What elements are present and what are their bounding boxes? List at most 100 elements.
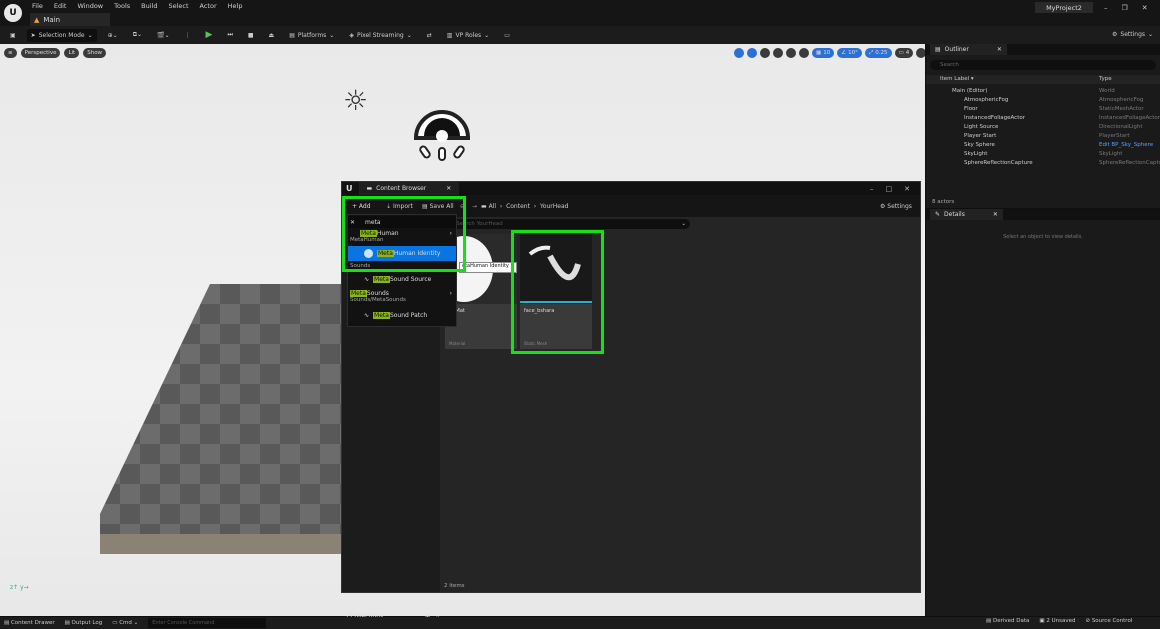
chevron-down-icon[interactable]: ⌄ [681,221,686,227]
outliner-row[interactable]: Sky Sphere Edit BP_Sky_Sphere [926,140,1160,149]
scale-snap-button[interactable]: ⤢ 0.25 [864,48,892,58]
skip-icon[interactable]: ⏭ [223,29,236,42]
tab-details[interactable]: ✎ Details ✕ [930,209,1003,220]
outliner-row[interactable]: SkyLight SkyLight [926,149,1160,158]
menu-item-metasound-source[interactable]: ∿ MetaSound Source [348,272,456,286]
outliner-search-input[interactable]: Search [930,60,1156,70]
menu-item-metahuman-identity[interactable]: MetaHuman Identity [348,246,456,261]
close-icon[interactable]: ✕ [993,211,998,218]
viewport-menu-icon[interactable]: ≡ [4,48,17,58]
level-tab-main[interactable]: ▲ Main [30,13,110,26]
minimize-icon[interactable]: – [870,185,874,193]
breadcrumb-content[interactable]: Content [506,203,530,210]
vp-tools-icon[interactable]: ⇄ [423,29,436,42]
breadcrumb-all[interactable]: All [489,203,496,210]
clear-filter-icon[interactable]: ✕ [350,219,355,226]
asset-search-input[interactable]: Search YourHead ⌄ [444,219,690,229]
cinematics-button[interactable]: 🎬⌄ [153,29,174,42]
camera-speed-button[interactable]: ▭ 4 [894,48,914,58]
floor-mesh[interactable] [100,284,360,596]
content-browser-title: Content Browser [376,185,427,192]
maximize-icon[interactable]: ❐ [1122,4,1128,12]
col-item-label[interactable]: Item Label ▾ [940,76,974,82]
minimize-icon[interactable]: – [1104,4,1108,12]
col-type[interactable]: Type [1099,76,1112,82]
platforms-button[interactable]: ▤ Platforms ⌄ [285,29,338,42]
pixel-streaming-icon: ◈ [349,31,354,39]
add-button[interactable]: + Add [352,203,371,210]
vp-roles-button[interactable]: ▥ VP Roles ⌄ [443,29,493,42]
surface-snap-icon[interactable] [799,48,809,58]
selection-mode-button[interactable]: ➤ Selection Mode ⌄ [26,28,97,42]
save-icon[interactable]: ▣ [6,29,20,42]
unreal-logo-icon[interactable]: U [4,4,22,22]
filter-text: meta [365,218,381,226]
console-input[interactable]: Enter Console Command [148,618,267,628]
play-icon[interactable]: ▶ [202,29,217,42]
history-back-icon[interactable]: ⊖ [460,203,465,210]
tab-content-browser[interactable]: ▬ Content Browser ✕ [358,182,460,195]
outliner-panel: ▤ Outliner ✕ Search Item Label ▾ Type Ma… [926,44,1160,208]
history-forward-icon[interactable]: → [472,203,477,210]
outliner-row[interactable]: SphereReflectionCapture SphereReflectionC… [926,158,1160,167]
outliner-row[interactable]: AtmosphericFog AtmosphericFog [926,95,1160,104]
menu-edit[interactable]: Edit [54,2,67,10]
perspective-button[interactable]: Perspective [20,48,61,58]
play-options-icon[interactable]: ⋮ [181,29,195,42]
scale-tool-icon[interactable] [773,48,783,58]
menu-actor[interactable]: Actor [200,2,217,10]
outliner-header: Item Label ▾ Type [926,75,1160,84]
menu-window[interactable]: Window [77,2,103,10]
settings-button[interactable]: ⚙ Settings ⌄ [1108,28,1157,41]
menu-select[interactable]: Select [168,2,188,10]
menu-tools[interactable]: Tools [114,2,130,10]
rotation-snap-button[interactable]: ∠ 10° [837,48,862,58]
derived-data-button[interactable]: ▤ Derived Data [986,618,1029,624]
maximize-icon[interactable]: □ [886,185,893,193]
eject-icon[interactable]: ⏏ [265,29,279,42]
import-button[interactable]: ⇣ Import [386,203,413,210]
blueprints-button[interactable]: ⧉⌄ [129,29,146,42]
breadcrumb-yourhead[interactable]: YourHead [540,203,569,210]
add-actor-button[interactable]: ⊕⌄ [104,29,122,42]
tab-outliner[interactable]: ▤ Outliner ✕ [930,44,1007,55]
asset-tile[interactable]: face_bshara Static Mesh [520,234,592,349]
content-drawer-button[interactable]: ▤ Content Drawer [4,620,55,626]
close-icon[interactable]: ✕ [997,46,1002,53]
outliner-row[interactable]: Player Start PlayerStart [926,131,1160,140]
skylight-icon[interactable] [410,102,474,166]
camera-icon[interactable]: ▭ [500,29,514,42]
close-icon[interactable]: ✕ [446,185,451,192]
maximize-viewport-icon[interactable] [916,48,925,58]
face-mesh-preview [520,245,592,303]
stop-icon[interactable]: ■ [244,29,258,42]
rotate-tool-icon[interactable] [760,48,770,58]
outliner-row[interactable]: Floor StaticMeshActor [926,104,1160,113]
world-space-icon[interactable] [786,48,796,58]
outliner-row[interactable]: Light Source DirectionalLight [926,122,1160,131]
menu-file[interactable]: File [32,2,43,10]
cmd-button[interactable]: ▭ Cmd ⌄ [112,620,138,626]
output-log-button[interactable]: ▤ Output Log [65,620,103,626]
menu-item-metasound-patch[interactable]: ∿ MetaSound Patch [348,308,456,322]
outliner-row[interactable]: Main (Editor) World [926,86,1160,95]
outliner-row[interactable]: InstancedFoliageActor InstancedFoliageAct… [926,113,1160,122]
unsaved-button[interactable]: ▣ 2 Unsaved [1039,618,1075,624]
chevron-down-icon: ⌄ [1148,31,1154,38]
cmd-label: Cmd [119,620,132,626]
scale-snap-value: 0.25 [875,50,888,56]
pixel-streaming-button[interactable]: ◈ Pixel Streaming ⌄ [345,29,415,42]
translate-tool-icon[interactable] [747,48,757,58]
menu-help[interactable]: Help [228,2,243,10]
save-all-button[interactable]: ▤ Save All [422,203,454,210]
menu-build[interactable]: Build [141,2,157,10]
close-icon[interactable]: ✕ [904,185,910,193]
light-source-icon[interactable]: ☼ [343,84,368,117]
lit-button[interactable]: Lit [64,48,80,58]
show-button[interactable]: Show [83,48,107,58]
cb-settings-button[interactable]: ⚙ Settings [880,203,912,210]
grid-snap-button[interactable]: ▦ 10 [812,48,835,58]
close-icon[interactable]: ✕ [1142,4,1148,12]
select-tool-icon[interactable] [734,48,744,58]
source-control-button[interactable]: ⊘ Source Control [1085,618,1132,624]
